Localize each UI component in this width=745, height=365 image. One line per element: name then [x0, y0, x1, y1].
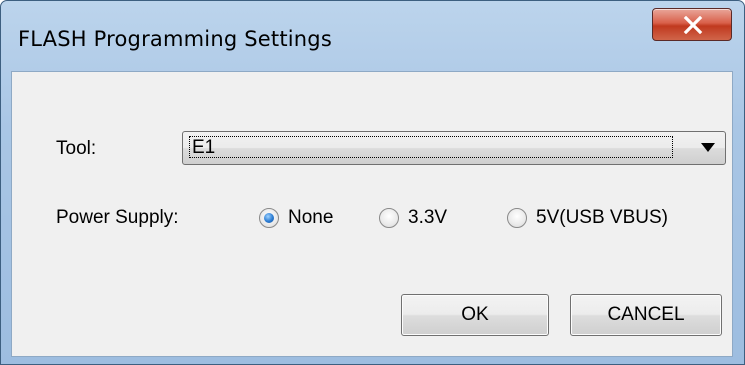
tool-dropdown-value: E1 [189, 136, 673, 158]
title-bar[interactable]: FLASH Programming Settings [1, 1, 744, 71]
dialog-body: Tool: E1 Power Supply: None 3.3V 5V(USB … [11, 71, 733, 357]
chevron-down-icon [701, 143, 715, 152]
radio-3v3-label: 3.3V [408, 207, 448, 228]
tool-dropdown[interactable]: E1 [182, 131, 726, 165]
close-button[interactable] [652, 8, 732, 41]
ok-button[interactable]: OK [401, 294, 549, 336]
window-title: FLASH Programming Settings [18, 27, 332, 51]
radio-none-button[interactable] [259, 208, 279, 228]
close-icon [683, 16, 703, 34]
radio-5v-usb-vbus-button[interactable] [507, 208, 527, 228]
radio-3v3[interactable]: 3.3V [379, 206, 447, 230]
radio-3v3-button[interactable] [379, 208, 399, 228]
radio-5v-usb-vbus[interactable]: 5V(USB VBUS) [507, 206, 668, 230]
radio-none[interactable]: None [259, 206, 333, 230]
radio-5v-usb-vbus-label: 5V(USB VBUS) [536, 207, 668, 228]
power-supply-label: Power Supply: [56, 207, 179, 228]
dialog-window: FLASH Programming Settings Tool: E1 Powe… [0, 0, 745, 365]
tool-label: Tool: [56, 138, 97, 159]
cancel-button[interactable]: CANCEL [570, 294, 722, 336]
radio-none-label: None [288, 207, 334, 228]
